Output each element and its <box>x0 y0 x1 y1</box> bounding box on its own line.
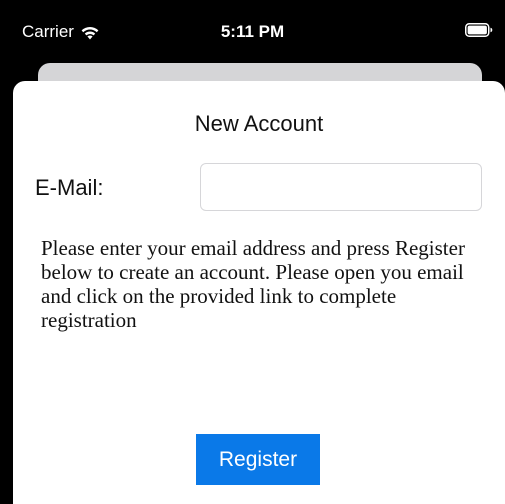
new-account-sheet: New Account E-Mail: Please enter your em… <box>13 81 505 504</box>
instructions-text: Please enter your email address and pres… <box>41 236 465 332</box>
page-title: New Account <box>194 111 324 136</box>
email-label: E-Mail: <box>35 175 104 200</box>
status-time: 5:11 PM <box>220 22 285 41</box>
register-button[interactable]: Register <box>196 434 320 485</box>
battery-icon <box>465 23 493 37</box>
email-field[interactable] <box>200 163 482 211</box>
status-bar: Carrier 5:11 PM <box>0 0 505 58</box>
app-screen: Carrier 5:11 PM New Account E-Mail: Plea… <box>0 0 505 504</box>
